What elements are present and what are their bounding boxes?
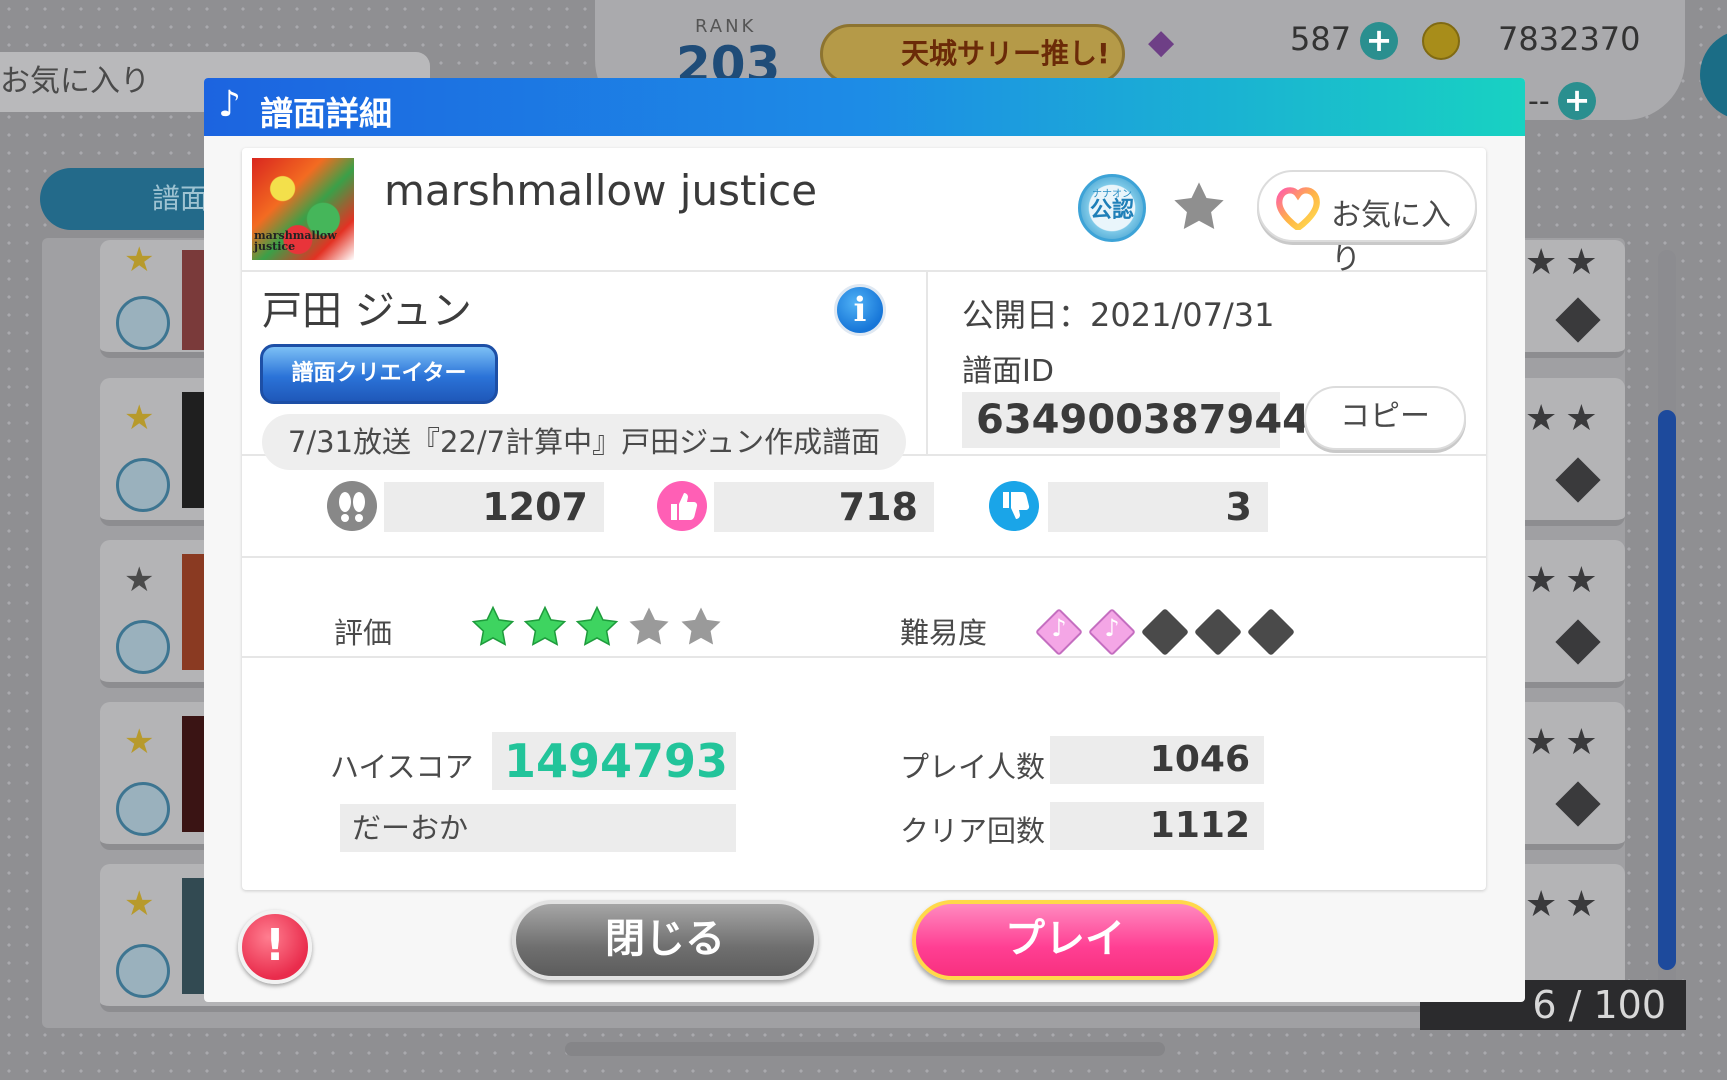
creator-name: 戸田 ジュン <box>262 288 472 334</box>
players-label: プレイ人数 <box>900 750 1046 784</box>
divider <box>242 270 1486 272</box>
bg-bottom-handle <box>565 1042 1165 1056</box>
bg-rating-stars: ★★ <box>1525 242 1606 283</box>
hiscore-player: だーおか <box>340 804 736 852</box>
bg-jacket-thumbnail <box>182 716 204 832</box>
divider <box>242 656 1486 658</box>
players-count: 1046 <box>1050 736 1264 784</box>
star-icon: ★ <box>124 884 155 924</box>
play-button[interactable]: プレイ <box>912 900 1218 980</box>
score-detail-modal: ♪ 譜面詳細 marshmallow justice marshmallow j… <box>204 78 1525 1002</box>
star-icon: ★ <box>124 240 155 280</box>
bg-jacket-thumbnail <box>182 554 204 670</box>
bg-scrollbar-thumb[interactable] <box>1658 410 1676 970</box>
song-jacket-image: marshmallow justice <box>252 158 354 260</box>
bg-jacket-thumbnail <box>182 392 204 508</box>
add-stamina-button[interactable]: + <box>1558 82 1596 120</box>
difficulty-diamond-icon <box>1193 607 1243 657</box>
play-count: 1207 <box>384 482 604 532</box>
bg-coin-count: 7832370 <box>1498 20 1641 58</box>
score-id-label: 譜面ID <box>962 354 1054 389</box>
bg-rank-label: RANK <box>695 16 757 37</box>
bg-oshi-banner[interactable]: 天城サリー推し! <box>820 24 1125 84</box>
bg-gem-count: 587 <box>1290 20 1352 58</box>
rating-label: 評価 <box>334 616 393 650</box>
copy-id-button[interactable]: コピー <box>1304 386 1466 450</box>
gem-icon: ◆ <box>1148 22 1175 62</box>
close-button[interactable]: 閉じる <box>512 900 818 980</box>
difficulty-diamond-icon <box>1246 607 1296 657</box>
thumbs-up-icon <box>657 481 707 531</box>
hiscore-label: ハイスコア <box>330 750 474 784</box>
report-button[interactable]: ! <box>238 910 312 984</box>
modal-title: 譜面詳細 <box>260 94 392 133</box>
rating-star-icon <box>681 607 721 645</box>
hiscore-value: 1494793 <box>492 732 736 790</box>
coin-icon <box>1422 22 1460 60</box>
detail-panel: marshmallow justice marshmallow justice … <box>242 148 1486 890</box>
info-icon[interactable]: i <box>834 284 886 336</box>
bg-rating-stars: ★★ <box>1525 722 1606 763</box>
dislike-count: 3 <box>1048 482 1268 532</box>
official-badge-icon <box>116 296 170 350</box>
bg-jacket-thumbnail <box>182 878 204 994</box>
music-note-icon: ♪ <box>1104 614 1120 642</box>
creator-badge: 譜面クリエイター <box>260 344 498 404</box>
favorite-button[interactable]: お気に入り <box>1257 170 1477 277</box>
official-badge-text: 公認 <box>1089 198 1134 223</box>
rating-star-icon <box>471 605 515 646</box>
rating-star-icon <box>575 605 619 646</box>
music-note-icon: ♪ <box>1051 614 1067 642</box>
publish-date: 公開日：2021/07/31 <box>962 296 1275 334</box>
divider <box>242 556 1486 558</box>
favorite-label: お気に入り <box>1331 198 1451 277</box>
rating-star-icon <box>523 605 567 646</box>
difficulty-diamond-icon <box>1140 607 1190 657</box>
score-comment: 7/31放送『22/7計算中』戸田ジュン作成譜面 <box>262 414 906 470</box>
difficulty-label: 難易度 <box>900 616 988 650</box>
score-id-value: 634900387944 <box>962 392 1310 448</box>
official-badge-icon <box>116 620 170 674</box>
divider <box>926 270 928 454</box>
music-note-icon: ♪ <box>218 84 241 125</box>
star-icon[interactable] <box>1170 178 1228 236</box>
star-icon: ★ <box>124 398 155 438</box>
footprints-icon <box>327 481 377 531</box>
heart-icon <box>1276 187 1320 230</box>
thumbs-down-icon <box>989 481 1039 531</box>
bg-rating-stars: ★★ <box>1525 560 1606 601</box>
add-gems-button[interactable]: + <box>1360 22 1398 60</box>
official-badge-icon <box>116 944 170 998</box>
official-badge-icon <box>116 458 170 512</box>
official-badge-icon: ナナオン 公認 <box>1078 174 1146 242</box>
star-icon: ★ <box>124 560 155 600</box>
bg-jacket-thumbnail <box>182 250 204 350</box>
jacket-text: marshmallow justice <box>254 229 337 253</box>
official-badge-icon <box>116 782 170 836</box>
bg-rating-stars: ★★ <box>1525 884 1606 925</box>
song-title: marshmallow justice <box>384 166 818 215</box>
modal-header: ♪ 譜面詳細 <box>204 78 1525 136</box>
clears-label: クリア回数 <box>900 814 1046 848</box>
clears-count: 1112 <box>1050 802 1264 850</box>
like-count: 718 <box>714 482 934 532</box>
star-icon: ★ <box>124 722 155 762</box>
bg-stamina-value: -- <box>1528 84 1550 119</box>
rating-star-icon <box>629 607 669 645</box>
bg-rating-stars: ★★ <box>1525 398 1606 439</box>
